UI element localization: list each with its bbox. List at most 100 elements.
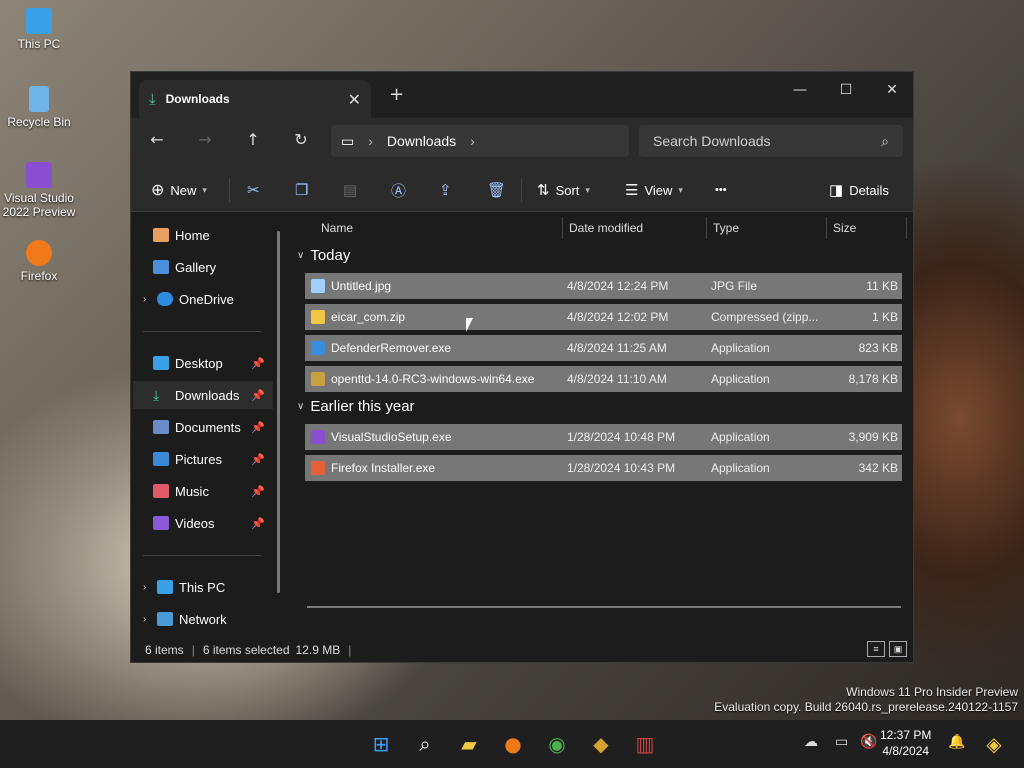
chevron-right-icon[interactable]: › [368,133,373,149]
close-window-button[interactable]: ✕ [869,76,915,104]
file-row[interactable]: Firefox Installer.exe 1/28/2024 10:43 PM… [305,455,902,481]
up-button[interactable]: ↑ [240,130,266,149]
search-icon[interactable]: ⌕ [411,730,439,758]
expand-chevron-icon[interactable]: › [143,294,157,305]
sidebar-item-pictures[interactable]: Pictures 📌 [133,445,273,473]
tiles-view-icon[interactable]: ▣ [889,641,907,657]
back-button[interactable]: ← [144,130,170,149]
delete-button[interactable]: 🗑 [487,168,506,212]
column-divider[interactable] [562,217,563,239]
task-manager-icon[interactable]: ▥ [631,730,659,758]
details-view-icon[interactable]: ≡ [867,641,885,657]
column-header-size[interactable]: Size [833,217,856,239]
file-row[interactable]: eicar_com.zip 4/8/2024 12:02 PM Compress… [305,304,902,330]
sidebar-item-home[interactable]: Home [133,221,273,249]
paste-button[interactable]: ▤ [343,168,357,212]
expand-chevron-icon[interactable]: › [143,614,157,625]
file-date: 4/8/2024 12:24 PM [567,279,669,293]
sidebar-item-videos[interactable]: Videos 📌 [133,509,273,537]
search-icon[interactable]: ⌕ [881,133,889,150]
volume-muted-icon[interactable]: 🔇 [860,734,877,750]
tab-downloads[interactable]: ⤓ Downloads ✕ [139,80,371,118]
column-divider[interactable] [706,217,707,239]
selected-size: 12.9 MB [295,643,341,657]
pin-icon[interactable]: 📌 [251,485,265,498]
sidebar-item-music[interactable]: Music 📌 [133,477,273,505]
cloud-off-icon[interactable]: ☁ [804,734,818,750]
firefox-icon[interactable]: ● [499,730,527,758]
sort-button[interactable]: ⇅ Sort ▾ [537,168,590,212]
forward-button[interactable]: → [192,130,218,149]
sidebar-item-desktop[interactable]: Desktop 📌 [133,349,273,377]
file-type: JPG File [711,279,758,293]
maximize-button[interactable]: ☐ [823,76,869,104]
copilot-icon[interactable]: ◈ [980,730,1008,758]
address-bar[interactable]: ▭ › Downloads › [331,125,629,157]
breadcrumb-downloads[interactable]: Downloads [387,133,456,149]
desktop-icon-firefox[interactable]: Firefox [2,240,76,283]
group-header-earlier-this-year[interactable]: ∨ Earlier this year [297,398,415,415]
network-icon[interactable]: ▭ [835,734,848,750]
chevron-right-icon[interactable]: › [470,133,475,149]
pin-icon[interactable]: 📌 [251,517,265,530]
this-pc-icon[interactable]: ▭ [341,133,354,150]
pin-icon[interactable]: 📌 [251,389,265,402]
minimize-button[interactable]: — [777,76,823,104]
pin-icon[interactable]: 📌 [251,421,265,434]
column-header-date-modified[interactable]: Date modified [569,217,643,239]
desktop-icon-recycle-bin[interactable]: Recycle Bin [2,86,76,129]
close-tab-icon[interactable]: ✕ [348,90,361,109]
file-size: 8,178 KB [848,372,898,386]
file-row[interactable]: openttd-14.0-RC3-windows-win64.exe 4/8/2… [305,366,902,392]
sidebar-item-downloads[interactable]: ⤓ Downloads 📌 [133,381,273,409]
new-tab-button[interactable]: + [389,84,404,105]
chevron-down-icon: ∨ [297,250,305,261]
sidebar-item-this-pc[interactable]: › This PC [133,573,273,601]
horizontal-scrollbar[interactable] [307,606,901,608]
clock[interactable]: 12:37 PM 4/8/2024 [880,727,931,759]
view-button[interactable]: ☰ View ▾ [625,168,683,212]
download-arrow-icon: ⤓ [153,387,160,403]
details-pane-button[interactable]: ◨ Details [829,168,889,212]
rename-button[interactable]: Ⓐ [391,168,406,212]
sidebar-label: Home [175,227,210,243]
column-divider[interactable] [906,217,907,239]
pin-icon[interactable]: 📌 [251,357,265,370]
notification-bell-icon[interactable]: 🔔 [948,734,965,750]
sidebar-item-onedrive[interactable]: › OneDrive [133,285,273,313]
share-icon: ⇪ [439,182,452,199]
file-explorer-icon[interactable]: ▰ [455,730,483,758]
group-header-today[interactable]: ∨ Today [297,247,350,264]
file-row[interactable]: DefenderRemover.exe 4/8/2024 11:25 AM Ap… [305,335,902,361]
desktop-icon-visual-studio[interactable]: Visual Studio 2022 Preview [2,162,76,219]
picture-icon [153,452,169,466]
file-row[interactable]: Untitled.jpg 4/8/2024 12:24 PM JPG File … [305,273,902,299]
download-arrow-icon: ⤓ [149,90,156,108]
column-header-type[interactable]: Type [713,217,739,239]
pin-icon[interactable]: 📌 [251,453,265,466]
group-label: Today [310,247,351,264]
watermark-line: Evaluation copy. Build 26040.rs_prerelea… [714,700,1018,714]
search-input[interactable] [653,133,882,149]
sidebar-item-gallery[interactable]: Gallery [133,253,273,281]
desktop-icon-this-pc[interactable]: This PC [2,8,76,51]
toolbar-divider [229,178,230,202]
start-icon[interactable]: ⊞ [367,730,395,758]
column-header-name[interactable]: Name [321,217,353,239]
new-button[interactable]: ⊕ New ▾ [151,168,207,212]
sidebar-item-network[interactable]: › Network [133,605,273,633]
expand-chevron-icon[interactable]: › [143,582,157,593]
refresh-button[interactable]: ↻ [288,130,314,149]
column-divider[interactable] [826,217,827,239]
sidebar-item-documents[interactable]: Documents 📌 [133,413,273,441]
sidebar-scrollbar[interactable] [277,231,280,593]
openttd-icon[interactable]: ◆ [587,730,615,758]
share-button[interactable]: ⇪ [439,168,452,212]
file-row[interactable]: VisualStudioSetup.exe 1/28/2024 10:48 PM… [305,424,902,450]
more-options-button[interactable]: ••• [715,168,727,212]
chrome-icon[interactable]: ◉ [543,730,571,758]
copy-button[interactable]: ❐ [295,168,308,212]
chevron-down-icon: ▾ [585,184,590,195]
cut-button[interactable]: ✂ [247,168,260,212]
document-icon [153,420,169,434]
